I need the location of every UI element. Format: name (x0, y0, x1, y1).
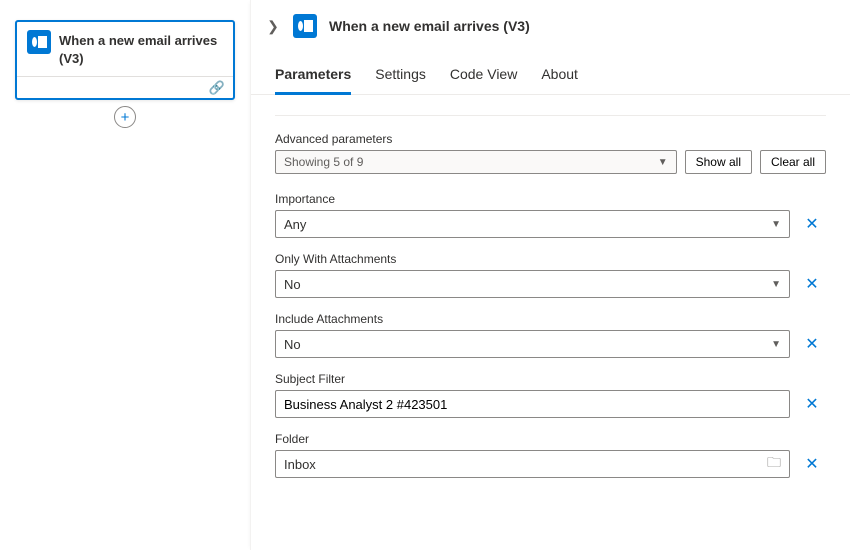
tab-about[interactable]: About (541, 56, 578, 95)
tab-parameters[interactable]: Parameters (275, 56, 351, 95)
advanced-params-summary: Showing 5 of 9 (284, 155, 363, 169)
importance-value: Any (284, 217, 306, 232)
include-attachments-value: No (284, 337, 301, 352)
chevron-down-icon: ▼ (771, 279, 781, 290)
only-attachments-label: Only With Attachments (275, 252, 790, 266)
panel-title: When a new email arrives (V3) (329, 18, 530, 34)
details-panel: ❯ When a new email arrives (V3) Paramete… (250, 0, 850, 550)
tab-settings[interactable]: Settings (375, 56, 426, 95)
chevron-down-icon: ▼ (771, 219, 781, 230)
importance-label: Importance (275, 192, 790, 206)
importance-dropdown[interactable]: Any ▼ (275, 210, 790, 238)
subject-filter-label: Subject Filter (275, 372, 790, 386)
remove-include-attachments-button[interactable]: ✕ (798, 330, 826, 358)
show-all-button[interactable]: Show all (685, 150, 752, 174)
folder-label: Folder (275, 432, 790, 446)
outlook-icon (27, 30, 51, 54)
remove-folder-button[interactable]: ✕ (798, 450, 826, 478)
remove-importance-button[interactable]: ✕ (798, 210, 826, 238)
include-attachments-dropdown[interactable]: No ▼ (275, 330, 790, 358)
advanced-params-dropdown[interactable]: Showing 5 of 9 ▼ (275, 150, 677, 174)
add-step-button[interactable]: + (114, 106, 136, 128)
only-attachments-dropdown[interactable]: No ▼ (275, 270, 790, 298)
flow-canvas: When a new email arrives (V3) 🔗 + (0, 0, 250, 550)
clear-all-button[interactable]: Clear all (760, 150, 826, 174)
divider (275, 115, 826, 116)
collapse-panel-icon[interactable]: ❯ (265, 18, 281, 35)
panel-tabs: Parameters Settings Code View About (251, 56, 850, 95)
subject-filter-input[interactable] (284, 397, 781, 412)
advanced-params-label: Advanced parameters (275, 132, 826, 146)
tab-codeview[interactable]: Code View (450, 56, 517, 95)
include-attachments-label: Include Attachments (275, 312, 790, 326)
remove-subject-button[interactable]: ✕ (798, 390, 826, 418)
trigger-card-footer: 🔗 (17, 76, 233, 98)
only-attachments-value: No (284, 277, 301, 292)
link-icon: 🔗 (209, 80, 225, 96)
outlook-icon (293, 14, 317, 38)
trigger-title: When a new email arrives (V3) (59, 30, 223, 68)
folder-icon: 🗀 (767, 452, 781, 476)
folder-value: Inbox (284, 457, 316, 472)
trigger-card[interactable]: When a new email arrives (V3) 🔗 (15, 20, 235, 100)
chevron-down-icon: ▼ (771, 339, 781, 350)
folder-picker[interactable]: Inbox 🗀 (275, 450, 790, 478)
remove-only-attachments-button[interactable]: ✕ (798, 270, 826, 298)
chevron-down-icon: ▼ (658, 157, 668, 168)
